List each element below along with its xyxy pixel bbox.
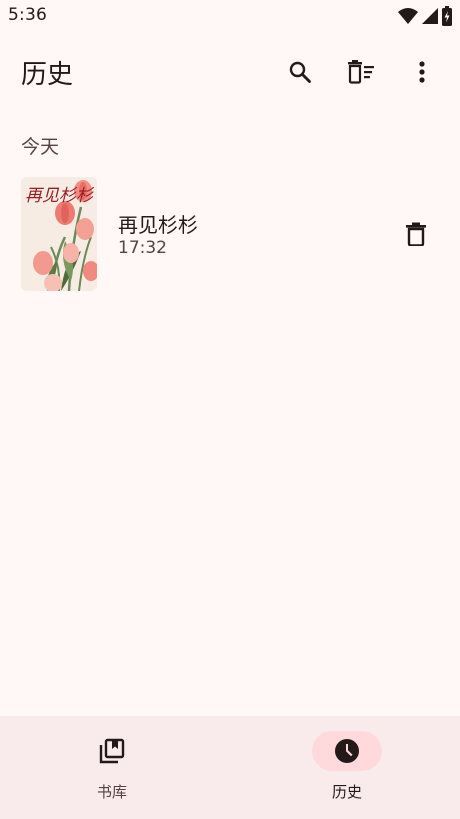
top-app-bar: 历史 — [0, 40, 460, 104]
signal-icon — [422, 8, 438, 24]
nav-indicator-history — [312, 731, 382, 771]
delete-icon — [406, 222, 426, 246]
delete-button[interactable] — [394, 212, 438, 256]
nav-item-history[interactable]: 历史 — [282, 731, 412, 811]
status-bar: 5:36 — [0, 0, 460, 32]
more-options-button[interactable] — [400, 50, 444, 94]
wifi-icon — [398, 8, 418, 24]
history-screen: 5:36 历史 今天 再见杉杉 再见杉杉 17:32 书库 历史 — [0, 0, 460, 819]
nav-indicator-library — [77, 731, 147, 771]
search-button[interactable] — [278, 50, 322, 94]
list-item[interactable]: 再见杉杉 再见杉杉 17:32 — [0, 172, 460, 296]
section-header-today: 今天 — [21, 136, 60, 158]
status-time: 5:36 — [8, 5, 47, 25]
search-icon — [289, 61, 311, 83]
clear-history-button[interactable] — [339, 50, 383, 94]
history-clock-icon — [335, 739, 359, 763]
book-cover-image: 再见杉杉 — [21, 177, 97, 291]
book-read-time: 17:32 — [118, 238, 167, 258]
bottom-navigation: 书库 历史 — [0, 716, 460, 819]
app-bar-actions — [261, 50, 444, 94]
book-title: 再见杉杉 — [118, 213, 198, 237]
library-books-icon — [99, 738, 125, 764]
book-cover[interactable]: 再见杉杉 — [21, 177, 97, 291]
more-vert-icon — [419, 61, 425, 83]
battery-icon — [442, 6, 452, 26]
nav-label-history: 历史 — [331, 783, 362, 801]
nav-label-library: 书库 — [96, 783, 127, 801]
page-title: 历史 — [21, 60, 74, 90]
status-icons — [398, 6, 452, 26]
nav-item-library[interactable]: 书库 — [47, 731, 177, 811]
cover-title-text: 再见杉杉 — [25, 186, 95, 206]
clear-history-icon — [348, 60, 374, 84]
